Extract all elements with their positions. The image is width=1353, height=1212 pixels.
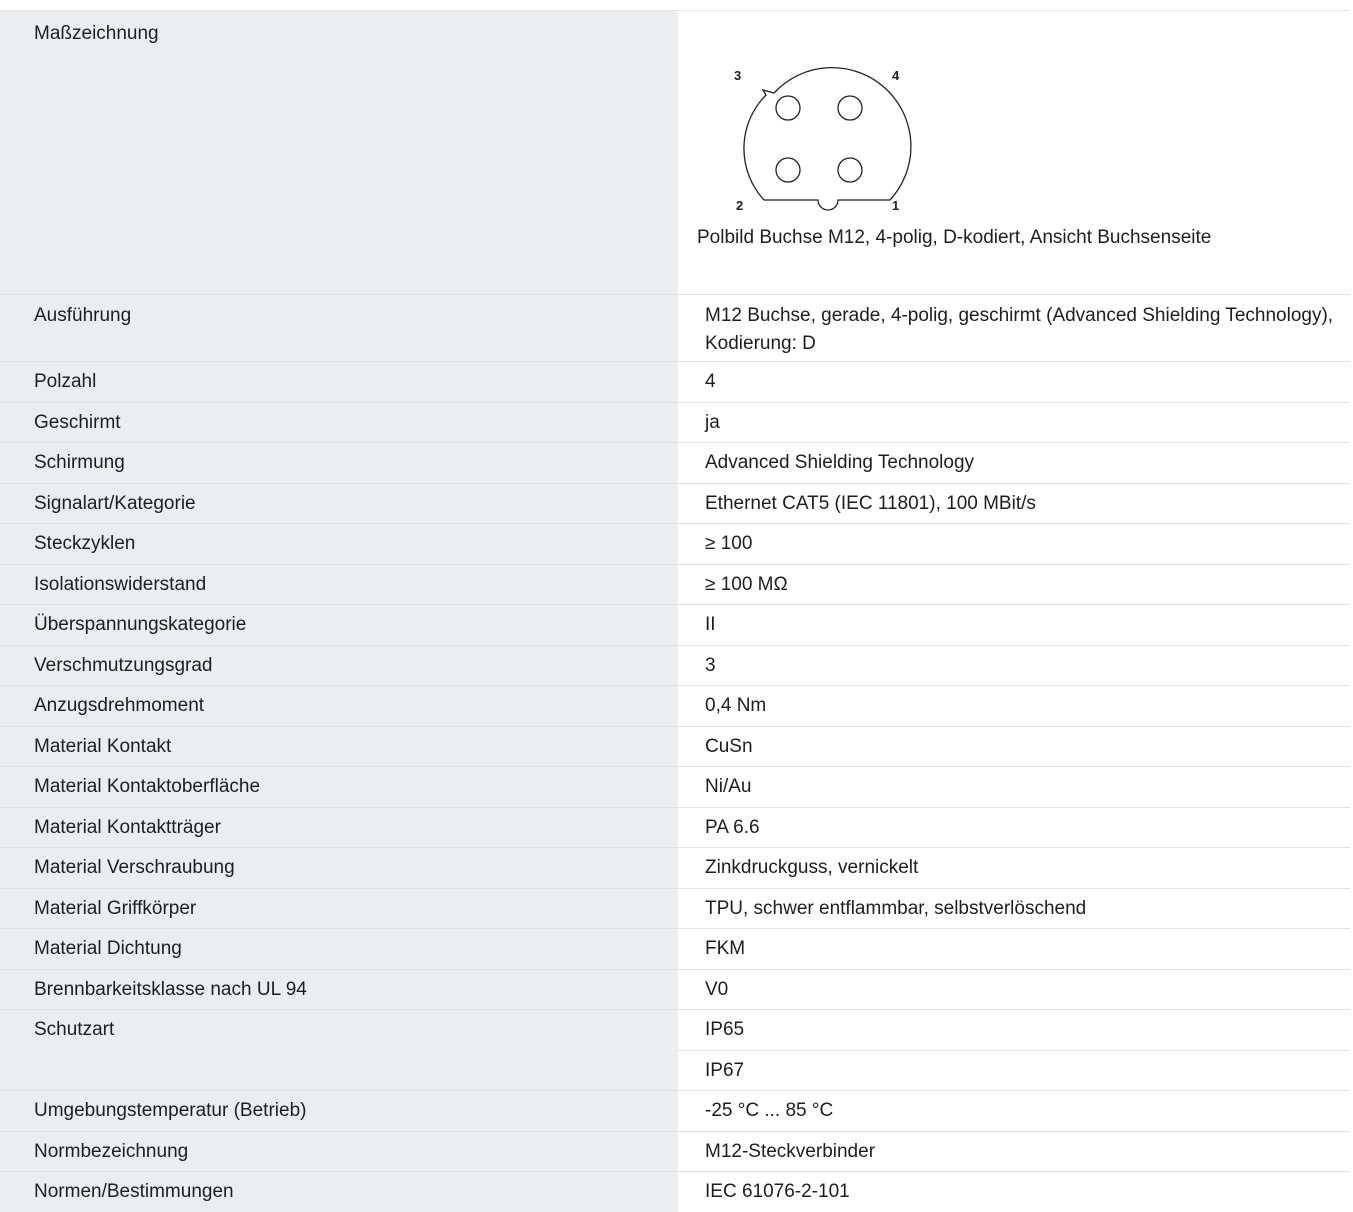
row-label: Anzugsdrehmoment	[0, 686, 678, 727]
pin-1-contact	[838, 158, 862, 182]
row-value: 3	[678, 645, 1350, 686]
row-value: -25 °C ... 85 °C	[678, 1091, 1350, 1132]
row-value: FKM	[678, 929, 1350, 970]
row-value: Ethernet CAT5 (IEC 11801), 100 MBit/s	[678, 483, 1350, 524]
row-value: Ni/Au	[678, 767, 1350, 808]
pin-2-contact	[776, 158, 800, 182]
drawing-label: Maßzeichnung	[34, 23, 159, 45]
row-label: Ausführung	[0, 295, 678, 362]
table-row: Anzugsdrehmoment 0,4 Nm	[0, 686, 1350, 727]
table-row: Material Verschraubung Zinkdruckguss, ve…	[0, 848, 1350, 889]
pin-label-2: 2	[736, 198, 743, 213]
table-row: Material Dichtung FKM	[0, 929, 1350, 970]
row-label: Material Kontaktoberfläche	[0, 767, 678, 808]
table-row: Signalart/Kategorie Ethernet CAT5 (IEC 1…	[0, 483, 1350, 524]
table-row: Polzahl 4	[0, 362, 1350, 403]
row-value: ≥ 100 MΩ	[678, 564, 1350, 605]
row-value: M12-Steckverbinder	[678, 1131, 1350, 1172]
row-value: M12 Buchse, gerade, 4-polig, geschirmt (…	[678, 295, 1350, 362]
row-label: Material Kontakt	[0, 726, 678, 767]
table-row: Material Kontaktträger PA 6.6	[0, 807, 1350, 848]
table-row: Normen/Bestimmungen IEC 61076-2-101	[0, 1172, 1350, 1212]
spec-table: Ausführung M12 Buchse, gerade, 4-polig, …	[0, 294, 1350, 1212]
table-row: Isolationswiderstand ≥ 100 MΩ	[0, 564, 1350, 605]
row-value: 0,4 Nm	[678, 686, 1350, 727]
row-value-secondary: IP67	[678, 1050, 1350, 1091]
row-value: V0	[678, 969, 1350, 1010]
table-row: Überspannungskategorie II	[0, 605, 1350, 646]
row-label: Schirmung	[0, 443, 678, 484]
pin-label-1: 1	[892, 198, 899, 213]
pin-label-4: 4	[892, 68, 900, 83]
row-label: Material Griffkörper	[0, 888, 678, 929]
row-label: Isolationswiderstand	[0, 564, 678, 605]
row-label: Material Kontaktträger	[0, 807, 678, 848]
row-value: IEC 61076-2-101	[678, 1172, 1350, 1212]
table-row: Material Kontaktoberfläche Ni/Au	[0, 767, 1350, 808]
pin-3-contact	[776, 96, 800, 120]
table-row: Steckzyklen ≥ 100	[0, 524, 1350, 565]
row-label: Schutzart	[0, 1010, 678, 1091]
row-value: II	[678, 605, 1350, 646]
table-row: Geschirmt ja	[0, 402, 1350, 443]
row-value: ≥ 100	[678, 524, 1350, 565]
row-value: Zinkdruckguss, vernickelt	[678, 848, 1350, 889]
row-label: Verschmutzungsgrad	[0, 645, 678, 686]
row-label: Überspannungskategorie	[0, 605, 678, 646]
row-value: IP65	[678, 1010, 1350, 1051]
table-row: Verschmutzungsgrad 3	[0, 645, 1350, 686]
row-value: CuSn	[678, 726, 1350, 767]
drawing-caption: Polbild Buchse M12, 4-polig, D-kodiert, …	[697, 227, 1211, 249]
connector-outline	[744, 68, 911, 210]
row-label: Brennbarkeitsklasse nach UL 94	[0, 969, 678, 1010]
row-value: PA 6.6	[678, 807, 1350, 848]
row-label: Geschirmt	[0, 402, 678, 443]
row-label: Material Dichtung	[0, 929, 678, 970]
table-row: Material Griffkörper TPU, schwer entflam…	[0, 888, 1350, 929]
table-row: Ausführung M12 Buchse, gerade, 4-polig, …	[0, 295, 1350, 362]
row-value: TPU, schwer entflammbar, selbstverlösche…	[678, 888, 1350, 929]
pin-4-contact	[838, 96, 862, 120]
table-row: Normbezeichnung M12-Steckverbinder	[0, 1131, 1350, 1172]
table-row: Schirmung Advanced Shielding Technology	[0, 443, 1350, 484]
table-row: Schutzart IP65	[0, 1010, 1350, 1051]
row-value: 4	[678, 362, 1350, 403]
table-row: Brennbarkeitsklasse nach UL 94 V0	[0, 969, 1350, 1010]
drawing-label-cell: Maßzeichnung	[0, 11, 678, 294]
row-label: Umgebungstemperatur (Betrieb)	[0, 1091, 678, 1132]
table-row: Umgebungstemperatur (Betrieb) -25 °C ...…	[0, 1091, 1350, 1132]
row-label: Signalart/Kategorie	[0, 483, 678, 524]
drawing-row: Maßzeichnung Polbild Buchse M12, 4-polig…	[0, 11, 1350, 294]
row-value: Advanced Shielding Technology	[678, 443, 1350, 484]
row-label: Material Verschraubung	[0, 848, 678, 889]
row-label: Normbezeichnung	[0, 1131, 678, 1172]
row-label: Polzahl	[0, 362, 678, 403]
pin-label-3: 3	[734, 68, 741, 83]
m12-pin-layout-diagram: 3 4 2 1	[728, 53, 918, 223]
row-value: ja	[678, 402, 1350, 443]
table-row: Material Kontakt CuSn	[0, 726, 1350, 767]
row-label: Normen/Bestimmungen	[0, 1172, 678, 1212]
row-label: Steckzyklen	[0, 524, 678, 565]
